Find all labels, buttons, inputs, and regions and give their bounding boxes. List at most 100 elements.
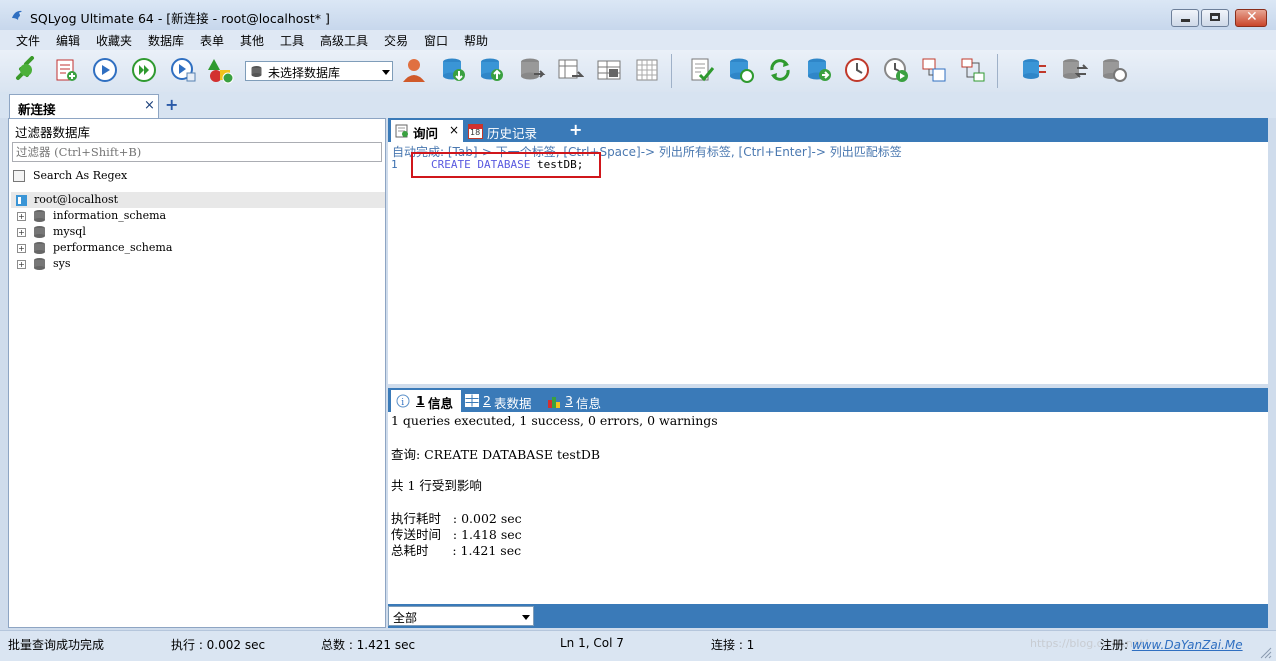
expand-icon[interactable]: + <box>17 260 26 269</box>
dolphin-app-icon <box>12 10 22 20</box>
query-builder-icon[interactable] <box>920 56 948 84</box>
grid-icon[interactable] <box>634 56 662 84</box>
filter-title: 过滤器数据库 <box>15 125 91 140</box>
database-icon <box>34 242 45 254</box>
import-icon[interactable] <box>518 56 546 84</box>
status-total-time: 总数 : 1.421 sec <box>321 638 416 652</box>
title-bar: SQLyog Ultimate 64 - [新连接 - root@localho… <box>0 0 1276 31</box>
resize-grip-icon[interactable] <box>1258 645 1272 659</box>
tab-info-num: 3 <box>565 393 573 408</box>
svg-text:i: i <box>401 398 404 408</box>
database-select[interactable]: 未选择数据库 <box>245 61 393 81</box>
menu-transaction[interactable]: 交易 <box>384 32 408 49</box>
tree-item-sys[interactable]: + sys <box>9 256 379 272</box>
message-filter-select[interactable]: 全部 <box>388 606 534 626</box>
maximize-button[interactable] <box>1201 9 1229 27</box>
db-sync-icon[interactable] <box>1020 56 1048 84</box>
menu-file[interactable]: 文件 <box>16 32 40 49</box>
menu-table[interactable]: 表单 <box>200 32 224 49</box>
result-affected-rows: 共 1 行受到影响 <box>391 478 482 493</box>
tree-root-item[interactable]: root@localhost <box>11 192 385 208</box>
result-tab-bar: i 1 信息 2 表数据 3 信息 <box>388 388 1268 412</box>
tab-query[interactable]: 询问 × <box>391 120 463 142</box>
tree-item-mysql[interactable]: + mysql <box>9 224 379 240</box>
results-pane: 1 queries executed, 1 success, 0 errors,… <box>388 412 1268 604</box>
menu-edit[interactable]: 编辑 <box>56 32 80 49</box>
execute-all-icon[interactable] <box>130 56 158 84</box>
export-icon[interactable] <box>556 56 584 84</box>
database-icon <box>34 210 45 222</box>
menu-database[interactable]: 数据库 <box>148 32 184 49</box>
tab-info[interactable]: 3 信息 <box>545 390 615 412</box>
tab-messages[interactable]: i 1 信息 <box>391 390 461 412</box>
filter-input[interactable] <box>12 142 382 162</box>
register-link[interactable]: www.DaYanZai.Me <box>1132 638 1243 652</box>
close-icon[interactable]: × <box>144 98 155 113</box>
info-icon: i <box>396 394 410 408</box>
menu-bar: 文件 编辑 收藏夹 数据库 表单 其他 工具 高级工具 交易 窗口 帮助 <box>0 30 1276 50</box>
migration-icon[interactable] <box>1100 56 1128 84</box>
info-bars-icon <box>548 397 560 408</box>
editor-tab-bar: 询问 × 18 历史记录 + <box>388 118 1268 142</box>
tab-table-data-num: 2 <box>483 393 491 408</box>
table-data-icon[interactable] <box>595 56 623 84</box>
query-editor[interactable]: 自动完成: [Tab]-> 下一个标签, [Ctrl+Space]-> 列出所有… <box>388 142 1268 384</box>
status-register-label: 注册: www.DaYanZai.Me <box>1100 638 1243 652</box>
line-number: 1 <box>391 158 398 171</box>
close-window-button[interactable]: ✕ <box>1235 9 1267 27</box>
job-agent-icon[interactable] <box>882 56 910 84</box>
window-title: SQLyog Ultimate 64 - [新连接 - root@localho… <box>30 11 330 26</box>
table-icon <box>465 394 479 407</box>
menu-help[interactable]: 帮助 <box>464 32 488 49</box>
tab-table-data[interactable]: 2 表数据 <box>463 390 543 412</box>
result-total-time: 总耗时 : 1.421 sec <box>391 543 522 558</box>
tree-item-label: information_schema <box>53 209 167 222</box>
scheduler-icon[interactable] <box>843 56 871 84</box>
sql-formatter-icon[interactable] <box>688 56 716 84</box>
database-icon <box>34 258 45 270</box>
toolbar-separator <box>671 54 672 88</box>
expand-icon[interactable]: + <box>17 228 26 237</box>
execute-query-icon[interactable] <box>91 56 119 84</box>
sync-icon[interactable] <box>727 56 755 84</box>
schema-designer-icon[interactable] <box>206 56 234 84</box>
new-connection-icon[interactable] <box>12 56 40 84</box>
tab-query-label: 询问 <box>413 126 439 141</box>
tab-history[interactable]: 18 历史记录 <box>466 120 566 142</box>
toolbar-separator <box>997 54 998 88</box>
add-connection-tab-button[interactable]: + <box>165 95 178 114</box>
tree-item-information-schema[interactable]: + information_schema <box>9 208 379 224</box>
connection-tab[interactable]: 新连接 × <box>9 94 159 118</box>
add-query-tab-button[interactable]: + <box>569 120 582 139</box>
menu-tools[interactable]: 工具 <box>280 32 304 49</box>
backup-icon[interactable] <box>440 56 468 84</box>
database-icon <box>251 66 262 77</box>
menu-favorites[interactable]: 收藏夹 <box>96 32 132 49</box>
menu-other[interactable]: 其他 <box>240 32 264 49</box>
tree-root-label: root@localhost <box>34 193 119 206</box>
tree-item-performance-schema[interactable]: + performance_schema <box>9 240 379 256</box>
refresh-icon[interactable] <box>766 56 794 84</box>
copy-db-icon[interactable] <box>805 56 833 84</box>
menu-advanced-tools[interactable]: 高级工具 <box>320 32 368 49</box>
regex-checkbox[interactable] <box>13 170 25 182</box>
expand-icon[interactable]: + <box>17 212 26 221</box>
regex-label: Search As Regex <box>33 169 128 182</box>
message-filter-value: 全部 <box>393 611 418 625</box>
expand-icon[interactable]: + <box>17 244 26 253</box>
minimize-button[interactable] <box>1171 9 1199 27</box>
menu-window[interactable]: 窗口 <box>424 32 448 49</box>
data-sync-icon[interactable] <box>1060 56 1088 84</box>
schema-sync-icon[interactable] <box>959 56 987 84</box>
tree-item-label: performance_schema <box>53 241 173 254</box>
tab-history-label: 历史记录 <box>487 126 538 141</box>
user-manager-icon[interactable] <box>400 56 428 84</box>
execute-explain-icon[interactable] <box>169 56 197 84</box>
tree-item-label: mysql <box>53 225 86 238</box>
restore-icon[interactable] <box>478 56 506 84</box>
new-query-icon[interactable] <box>52 56 80 84</box>
chevron-down-icon <box>522 615 530 620</box>
close-icon[interactable]: × <box>449 123 459 137</box>
tab-messages-num: 1 <box>416 393 425 408</box>
server-icon <box>16 195 27 206</box>
